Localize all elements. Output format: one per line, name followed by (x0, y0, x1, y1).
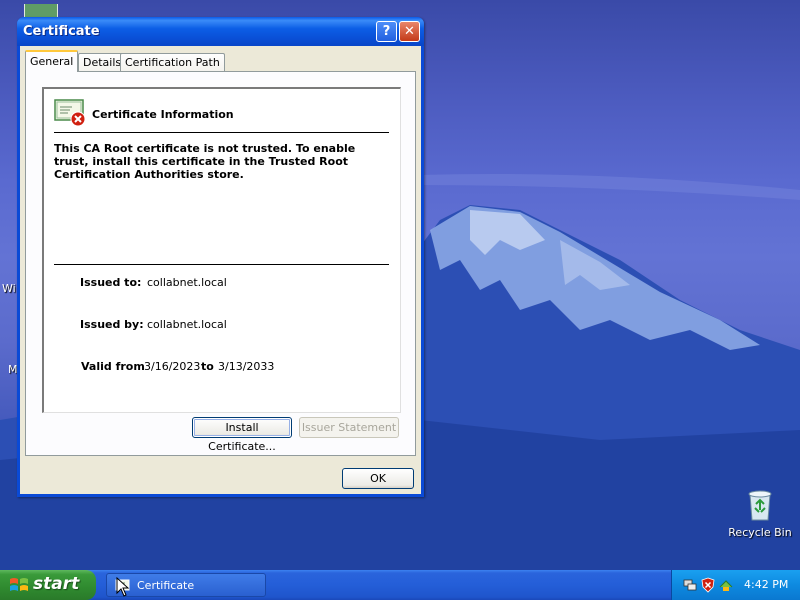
general-tab-panel: Certificate Information This CA Root cer… (25, 71, 416, 456)
trust-warning-text: This CA Root certificate is not trusted.… (54, 142, 356, 181)
valid-to-label: to (201, 360, 214, 373)
issued-to-label: Issued to: (80, 276, 142, 289)
valid-from-label: Valid from (81, 360, 145, 373)
system-tray: 4:42 PM (671, 570, 800, 600)
tab-general[interactable]: General (25, 50, 79, 72)
info-title: Certificate Information (92, 108, 234, 121)
recycle-bin[interactable]: Recycle Bin (728, 486, 792, 539)
valid-from-value: 3/16/2023 (144, 360, 201, 373)
divider (54, 132, 389, 133)
certificate-info-box: Certificate Information This CA Root cer… (42, 87, 401, 413)
mouse-cursor-icon (116, 577, 130, 597)
tab-label: Certification Path (125, 56, 220, 69)
help-icon: ? (382, 24, 391, 39)
tab-details[interactable]: Details (78, 53, 127, 71)
desktop-icon-label-partial[interactable]: Wi (2, 282, 16, 295)
title-bar[interactable]: Certificate ? ✕ (17, 17, 424, 46)
dialog-client-area: General Details Certification Path Certi… (20, 46, 421, 494)
clock[interactable]: 4:42 PM (744, 578, 788, 591)
close-icon: ✕ (404, 24, 415, 39)
security-alert-icon[interactable] (700, 577, 716, 593)
issuer-statement-button[interactable]: Issuer Statement (299, 417, 399, 438)
help-button[interactable]: ? (376, 21, 397, 42)
tab-label: General (30, 55, 74, 68)
tab-certification-path[interactable]: Certification Path (120, 53, 225, 71)
start-label: start (33, 574, 80, 594)
issued-to-value: collabnet.local (147, 276, 227, 289)
updates-icon[interactable] (718, 577, 734, 593)
button-label: OK (370, 472, 386, 485)
button-label: Issuer Statement (301, 421, 397, 434)
taskbar-button-certificate[interactable]: Certificate (106, 573, 266, 597)
issued-by-label: Issued by: (80, 318, 144, 331)
recycle-bin-icon (748, 490, 772, 521)
windows-logo-icon (10, 578, 28, 591)
ok-button[interactable]: OK (342, 468, 414, 489)
window-title: Certificate (23, 24, 100, 39)
taskbar-button-label: Certificate (137, 579, 195, 592)
button-label: Install Certificate... (208, 421, 276, 453)
tab-label: Details (83, 56, 122, 69)
certificate-window: Certificate ? ✕ General Details Certific… (17, 17, 424, 497)
valid-to-value: 3/13/2033 (218, 360, 275, 373)
certificate-error-icon (54, 99, 86, 127)
close-button[interactable]: ✕ (399, 21, 420, 42)
network-icon[interactable] (682, 577, 698, 593)
issued-by-value: collabnet.local (147, 318, 227, 331)
install-certificate-button[interactable]: Install Certificate... (192, 417, 292, 453)
recycle-bin-label: Recycle Bin (728, 526, 792, 539)
divider (54, 264, 389, 265)
start-button[interactable]: start (0, 570, 96, 600)
